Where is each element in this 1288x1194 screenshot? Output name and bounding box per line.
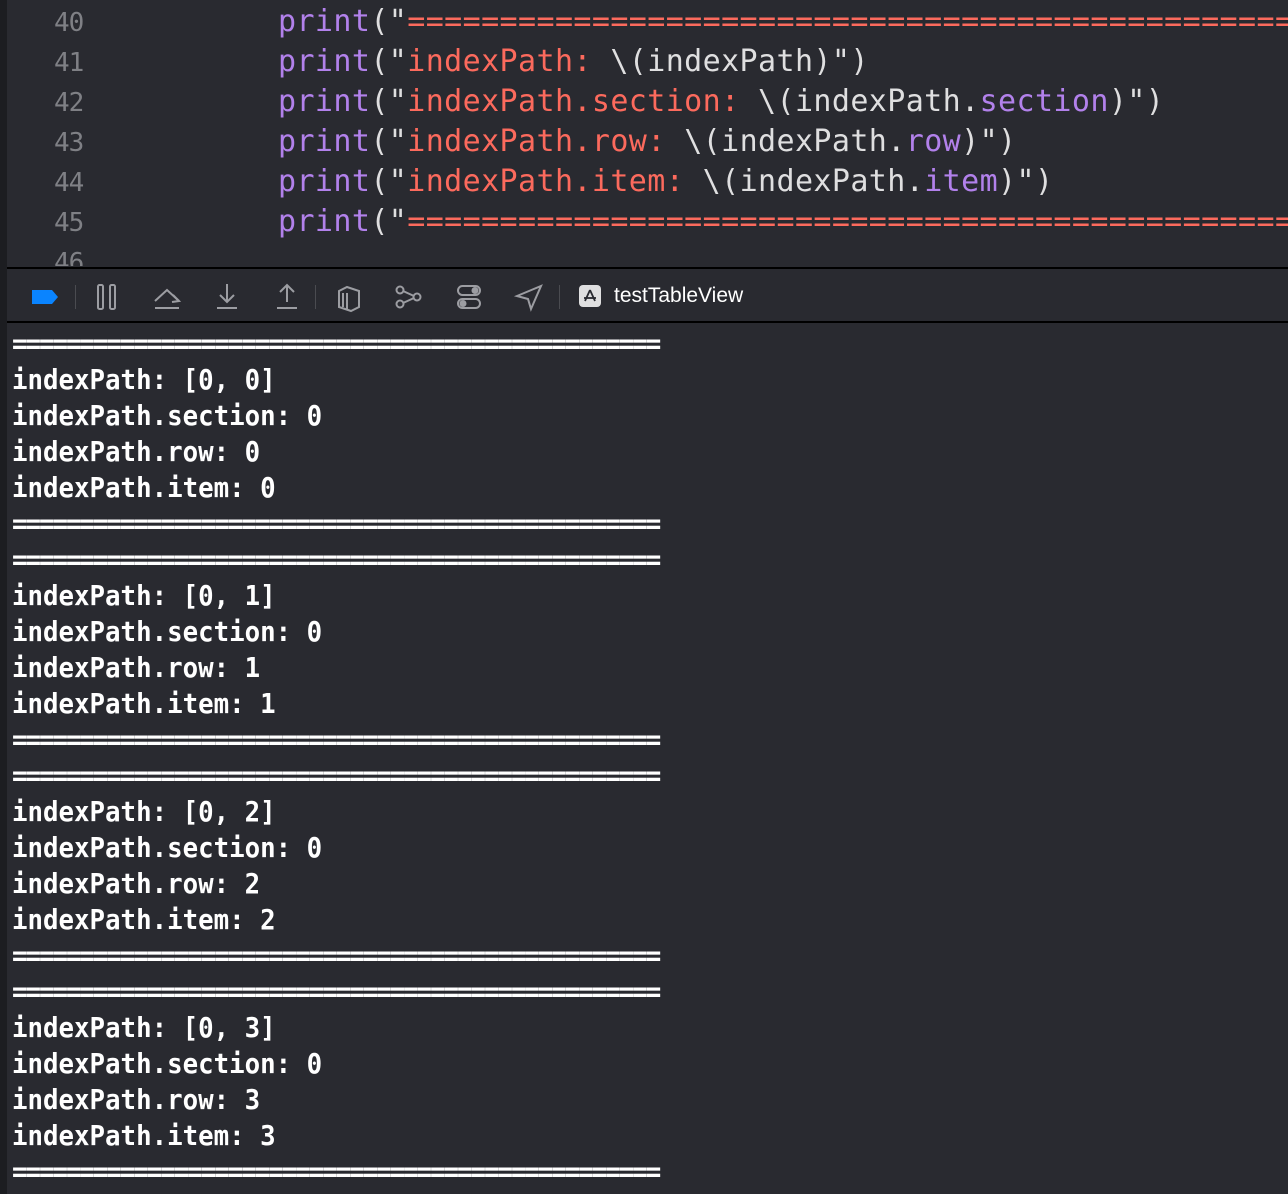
code-punct: ("	[370, 84, 408, 119]
console-separator-line: ========================================…	[12, 1155, 661, 1188]
code-text[interactable]: print("=================================…	[278, 204, 1288, 239]
line-number: 41	[54, 48, 84, 78]
source-editor[interactable]: 40 print("==============================…	[7, 0, 1288, 266]
console-line: indexPath.section: 0	[12, 399, 323, 432]
window-edge	[0, 0, 7, 1194]
console-separator-line: ========================================…	[12, 759, 661, 792]
console-line: indexPath.item: 0	[12, 471, 276, 504]
string-literal: indexPath.item:	[407, 164, 703, 199]
code-line[interactable]: 43 print("indexPath.row: \(indexPath.row…	[7, 122, 1288, 162]
line-number: 43	[54, 128, 84, 158]
console-line: indexPath.item: 1	[12, 687, 276, 720]
debug-bar: testTableView	[7, 267, 1288, 323]
app-target-icon	[579, 285, 601, 307]
string-literal: indexPath:	[407, 44, 611, 79]
interpolation: \(indexPath)	[610, 44, 832, 79]
environment-overrides-icon[interactable]	[453, 281, 485, 313]
code-line[interactable]: 45 print("==============================…	[7, 202, 1288, 242]
interpolation: \(indexPath.	[702, 164, 925, 199]
line-number: 46	[54, 248, 84, 266]
console-output[interactable]: ========================================…	[8, 326, 1288, 1194]
code-text[interactable]: print("indexPath.row: \(indexPath.row)")	[278, 124, 1017, 159]
step-over-icon[interactable]	[151, 281, 183, 313]
code-punct: )	[1108, 84, 1128, 119]
string-literal: indexPath.row:	[407, 124, 685, 159]
toolbar-divider	[75, 285, 76, 309]
string-literal: ========================================…	[407, 204, 1288, 239]
step-out-icon[interactable]	[271, 281, 303, 313]
view-hierarchy-icon[interactable]	[333, 281, 365, 313]
code-punct: ("	[370, 204, 408, 239]
code-punct: ("	[370, 164, 408, 199]
code-punct: ("	[370, 4, 408, 39]
line-number: 42	[54, 88, 84, 118]
console-line: indexPath.section: 0	[12, 1047, 323, 1080]
console-line: indexPath: [0, 1]	[12, 579, 276, 612]
code-punct: ")	[1127, 84, 1165, 119]
code-punct: )	[961, 124, 980, 159]
location-icon[interactable]	[513, 281, 545, 313]
console-line: indexPath.item: 3	[12, 1119, 276, 1152]
console-separator-line: ========================================…	[12, 723, 661, 756]
console-line: indexPath.row: 2	[12, 867, 261, 900]
code-punct: ")	[979, 124, 1017, 159]
line-number: 44	[54, 168, 84, 198]
keyword-print: print	[278, 4, 371, 39]
console-line: indexPath.item: 2	[12, 903, 276, 936]
code-text[interactable]: print("indexPath: \(indexPath)")	[278, 44, 869, 79]
property-name: item	[924, 164, 999, 199]
code-punct: ")	[831, 44, 869, 79]
pause-icon[interactable]	[91, 281, 123, 313]
console-line: indexPath.row: 1	[12, 651, 261, 684]
keyword-print: print	[278, 204, 371, 239]
code-line[interactable]: 44 print("indexPath.item: \(indexPath.it…	[7, 162, 1288, 202]
string-literal: ========================================…	[407, 4, 1288, 39]
code-text[interactable]: print("=================================…	[278, 4, 1288, 39]
code-text[interactable]: print("indexPath.section: \(indexPath.se…	[278, 84, 1164, 119]
console-line: indexPath.section: 0	[12, 615, 323, 648]
line-number: 45	[54, 208, 84, 238]
console-separator-line: ========================================…	[12, 975, 661, 1008]
code-punct: )	[998, 164, 1017, 199]
property-name: section	[979, 84, 1109, 119]
toolbar-divider	[315, 285, 316, 309]
code-line[interactable]: 42 print("indexPath.section: \(indexPath…	[7, 82, 1288, 122]
code-line[interactable]: 41 print("indexPath: \(indexPath)")	[7, 42, 1288, 82]
console-separator-line: ========================================…	[12, 939, 661, 972]
code-punct: ("	[370, 44, 408, 79]
keyword-print: print	[278, 44, 371, 79]
interpolation: \(indexPath.	[758, 84, 980, 119]
string-literal: indexPath.section:	[407, 84, 759, 119]
console-separator-line: ========================================…	[12, 507, 661, 540]
code-text[interactable]: print("indexPath.item: \(indexPath.item)…	[278, 164, 1053, 199]
step-into-icon[interactable]	[211, 281, 243, 313]
code-line[interactable]: 40 print("==============================…	[7, 2, 1288, 42]
console-line: indexPath: [0, 0]	[12, 363, 276, 396]
breakpoint-toggle-icon[interactable]	[29, 281, 61, 313]
console-line: indexPath: [0, 3]	[12, 1011, 276, 1044]
keyword-print: print	[278, 164, 371, 199]
console-line: indexPath.row: 0	[12, 435, 261, 468]
console-line: indexPath.section: 0	[12, 831, 323, 864]
line-number: 40	[54, 8, 84, 38]
target-selector[interactable]: testTableView	[579, 280, 743, 312]
memory-graph-icon[interactable]	[393, 281, 425, 313]
interpolation: \(indexPath.	[684, 124, 906, 159]
toolbar-divider	[559, 285, 560, 309]
keyword-print: print	[278, 124, 371, 159]
code-line[interactable]: 46	[7, 242, 1288, 266]
code-punct: ("	[370, 124, 408, 159]
target-name: testTableView	[614, 284, 744, 307]
code-punct: ")	[1016, 164, 1054, 199]
console-separator-line: ========================================…	[12, 327, 661, 360]
console-line: indexPath.row: 3	[12, 1083, 261, 1116]
console-separator-line: ========================================…	[12, 543, 661, 576]
property-name: row	[905, 124, 962, 159]
keyword-print: print	[278, 84, 371, 119]
console-line: indexPath: [0, 2]	[12, 795, 276, 828]
